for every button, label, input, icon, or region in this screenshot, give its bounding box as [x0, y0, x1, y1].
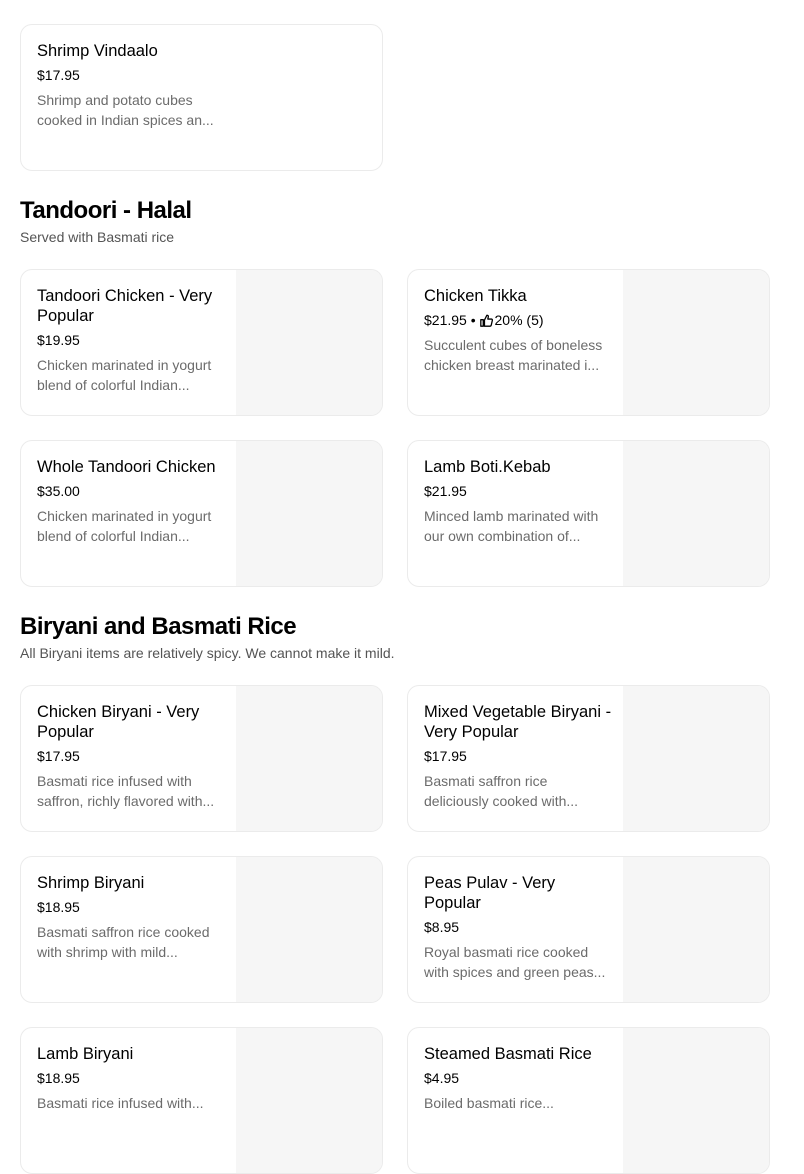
menu-item-price: $18.95: [37, 1070, 80, 1086]
menu-item-name: Lamb Boti.Kebab: [424, 458, 551, 476]
menu-item-name: Chicken Tikka: [424, 287, 527, 305]
menu-item-text: Shrimp Biryani $18.95 Basmati saffron ri…: [37, 873, 227, 962]
section-title: Biryani and Basmati Rice: [20, 613, 297, 640]
menu-item-image: [623, 441, 769, 586]
menu-item-image: [623, 686, 769, 831]
menu-item-text: Mixed Vegetable Biryani - Very Popular $…: [424, 702, 614, 811]
menu-item-image: [236, 441, 382, 586]
menu-item-name: Peas Pulav - Very Popular: [424, 874, 556, 912]
menu-item-name: Mixed Vegetable Biryani - Very Popular: [424, 703, 612, 741]
menu-item-price: $4.95: [424, 1070, 460, 1086]
menu-item-card[interactable]: Lamb Boti.Kebab $21.95 Minced lamb marin…: [407, 440, 770, 587]
menu-item-text: Chicken Tikka $21.95 • 20% (5) Succulent…: [424, 286, 614, 375]
menu-item-text: Lamb Boti.Kebab $21.95 Minced lamb marin…: [424, 457, 614, 546]
menu-item-description: Chicken marinated in yogurt blend of col…: [37, 508, 212, 544]
menu-item-card[interactable]: Lamb Biryani $18.95 Basmati rice infused…: [20, 1027, 383, 1174]
menu-item-text: Peas Pulav - Very Popular $8.95 Royal ba…: [424, 873, 614, 982]
menu-item-price: $8.95: [424, 919, 460, 935]
menu-item-image: [236, 857, 382, 1002]
menu-item-description: Basmati rice infused with saffron, richl…: [37, 773, 215, 809]
menu-item-name: Tandoori Chicken - Very Popular: [37, 287, 213, 325]
menu-item-card[interactable]: Mixed Vegetable Biryani - Very Popular $…: [407, 685, 770, 832]
menu-item-image: [623, 1028, 769, 1173]
thumbs-up-icon: [479, 314, 493, 327]
menu-item-description: Royal basmati rice cooked with spices an…: [424, 944, 606, 980]
rating-separator: •: [466, 312, 480, 328]
menu-item-card[interactable]: Chicken Tikka $21.95 • 20% (5) Succulent…: [407, 269, 770, 416]
menu-item-card[interactable]: Shrimp Vindaalo $17.95 Shrimp and potato…: [20, 24, 383, 171]
section-subtitle: Served with Basmati rice: [20, 229, 175, 245]
menu-item-text: Lamb Biryani $18.95 Basmati rice infused…: [37, 1044, 227, 1113]
menu-item-price: $17.95: [37, 67, 80, 83]
menu-item-price-row: $21.95 • 20% (5): [424, 311, 614, 329]
menu-item-description: Basmati saffron rice cooked with shrimp …: [37, 924, 210, 960]
menu-item-description: Shrimp and potato cubes cooked in Indian…: [37, 92, 214, 128]
menu-item-name: Steamed Basmati Rice: [424, 1045, 592, 1063]
menu-item-name: Shrimp Biryani: [37, 874, 145, 892]
menu-item-image: [623, 857, 769, 1002]
menu-item-description: Minced lamb marinated with our own combi…: [424, 508, 599, 544]
menu-item-description: Boiled basmati rice...: [424, 1095, 554, 1111]
section-title: Tandoori - Halal: [20, 197, 192, 224]
menu-item-description: Basmati saffron rice deliciously cooked …: [424, 773, 579, 809]
menu-item-image: [236, 270, 382, 415]
menu-item-price: $17.95: [424, 748, 467, 764]
menu-item-price: $18.95: [37, 899, 80, 915]
menu-item-description: Basmati rice infused with...: [37, 1095, 204, 1111]
menu-item-card[interactable]: Chicken Biryani - Very Popular $17.95 Ba…: [20, 685, 383, 832]
menu-item-image: [236, 686, 382, 831]
menu-item-text: Tandoori Chicken - Very Popular $19.95 C…: [37, 286, 227, 395]
menu-item-price: $21.95: [424, 312, 467, 328]
menu-item-card[interactable]: Steamed Basmati Rice $4.95 Boiled basmat…: [407, 1027, 770, 1174]
menu-item-description: Chicken marinated in yogurt blend of col…: [37, 357, 212, 393]
menu-item-name: Whole Tandoori Chicken: [37, 458, 216, 476]
menu-item-name: Lamb Biryani: [37, 1045, 134, 1063]
menu-item-text: Chicken Biryani - Very Popular $17.95 Ba…: [37, 702, 227, 811]
menu-item-image: [623, 270, 769, 415]
menu-item-name: Chicken Biryani - Very Popular: [37, 703, 200, 741]
menu-item-description: Succulent cubes of boneless chicken brea…: [424, 337, 603, 373]
menu-item-price: $17.95: [37, 748, 80, 764]
menu-item-card[interactable]: Shrimp Biryani $18.95 Basmati saffron ri…: [20, 856, 383, 1003]
menu-item-price: $35.00: [37, 483, 80, 499]
menu-item-price: $21.95: [424, 483, 467, 499]
menu-item-name: Shrimp Vindaalo: [37, 42, 158, 60]
menu-item-card[interactable]: Tandoori Chicken - Very Popular $19.95 C…: [20, 269, 383, 416]
section-subtitle: All Biryani items are relatively spicy. …: [20, 645, 395, 661]
menu-item-text: Whole Tandoori Chicken $35.00 Chicken ma…: [37, 457, 227, 546]
rating-text: 20% (5): [494, 312, 544, 328]
menu-item-text: Steamed Basmati Rice $4.95 Boiled basmat…: [424, 1044, 614, 1113]
menu-item-price: $19.95: [37, 332, 80, 348]
menu-item-text: Shrimp Vindaalo $17.95 Shrimp and potato…: [37, 41, 227, 130]
menu-item-image: [236, 1028, 382, 1173]
menu-item-card[interactable]: Whole Tandoori Chicken $35.00 Chicken ma…: [20, 440, 383, 587]
menu-item-card[interactable]: Peas Pulav - Very Popular $8.95 Royal ba…: [407, 856, 770, 1003]
